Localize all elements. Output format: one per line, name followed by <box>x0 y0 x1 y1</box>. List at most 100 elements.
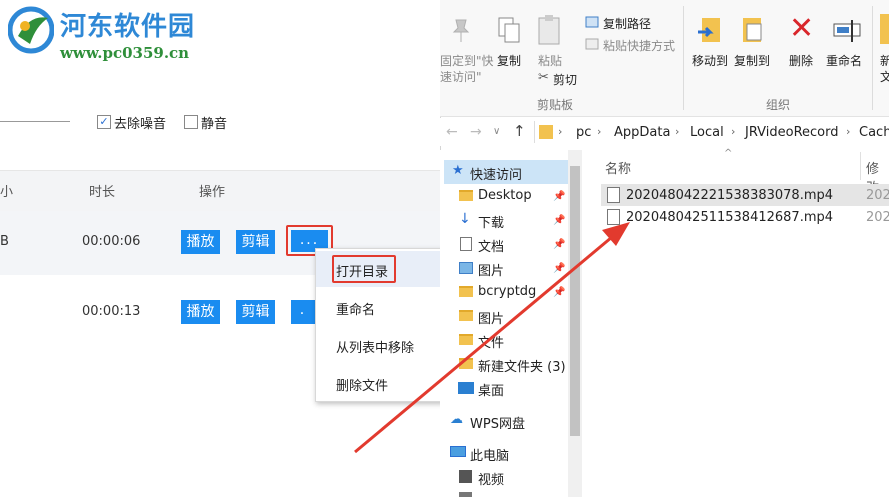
folder-icon <box>459 310 473 321</box>
cut-button[interactable]: 剪切 <box>553 71 577 88</box>
denoise-label: 去除噪音 <box>114 117 167 132</box>
nav-item-downloads[interactable]: 下载 <box>478 212 504 231</box>
row2-play-button[interactable]: 播放 <box>181 300 220 324</box>
pin-icon <box>452 19 470 42</box>
document-icon <box>460 237 472 251</box>
breadcrumb-jrvideorecord[interactable]: JRVideoRecord <box>745 125 839 140</box>
paste-icon <box>538 15 560 45</box>
copy-path-button[interactable]: 复制路径 <box>603 15 651 32</box>
column-header-name[interactable]: 名称 <box>605 158 631 177</box>
folder-icon <box>459 286 473 297</box>
file-icon <box>607 187 620 203</box>
volume-slider-track[interactable] <box>0 121 70 122</box>
delete-button[interactable]: 删除 <box>789 52 813 69</box>
move-to-button[interactable]: 移动到 <box>692 52 728 69</box>
folder-icon <box>459 358 473 369</box>
nav-videos[interactable]: 视频 <box>478 469 504 488</box>
new-folder-label-2[interactable]: 文 <box>880 68 889 85</box>
breadcrumb-local[interactable]: Local <box>690 125 724 140</box>
this-pc-icon <box>450 446 466 457</box>
pin-icon: 📌 <box>553 263 566 274</box>
row2-more-button[interactable]: . <box>291 300 315 324</box>
chevron-right-icon: › <box>846 125 851 138</box>
breadcrumb-pc[interactable]: pc <box>576 125 591 140</box>
chevron-right-icon: › <box>597 125 602 138</box>
new-folder-label-1[interactable]: 新 <box>880 52 889 69</box>
ribbon-separator <box>683 6 684 110</box>
chevron-right-icon: › <box>675 125 680 138</box>
nav-wps-cloud[interactable]: WPS网盘 <box>470 413 525 432</box>
desktop-icon <box>458 382 474 394</box>
scissors-icon: ✂ <box>538 70 549 85</box>
nav-this-pc[interactable]: 此电脑 <box>470 445 509 464</box>
nav-item-pictures[interactable]: 图片 <box>478 260 504 279</box>
nav-quick-access[interactable]: 快速访问 <box>470 164 522 183</box>
forward-icon[interactable]: → <box>470 124 482 140</box>
pin-icon: 📌 <box>553 191 566 202</box>
recent-chevron-icon[interactable]: ∨ <box>493 126 500 137</box>
paste-button[interactable]: 粘贴 <box>538 52 562 69</box>
copy-to-button[interactable]: 复制到 <box>734 52 770 69</box>
chevron-right-icon: › <box>558 125 563 138</box>
file-name[interactable]: 20204804222153838​3078.mp4 <box>626 188 833 203</box>
menu-item-rename[interactable]: 重命名 <box>336 299 375 318</box>
ribbon-separator <box>872 6 873 110</box>
mute-checkbox[interactable] <box>184 115 198 129</box>
nav-item-documents[interactable]: 文档 <box>478 236 504 255</box>
mute-label: 静音 <box>201 117 228 132</box>
paste-shortcut-button[interactable]: 粘贴快捷方式 <box>603 37 675 54</box>
row2-duration: 00:00:13 <box>82 304 141 319</box>
organize-group-label: 组织 <box>766 98 791 112</box>
delete-icon: ✕ <box>789 11 815 46</box>
cloud-icon: ☁ <box>450 412 463 427</box>
star-icon: ★ <box>452 163 464 178</box>
clipboard-group-label: 剪贴板 <box>537 98 574 112</box>
nav-item-desktop-cn[interactable]: 桌面 <box>478 380 504 399</box>
pictures-icon <box>459 262 473 274</box>
nav-item-desktop[interactable]: Desktop <box>478 188 532 203</box>
sort-indicator-icon: ^ <box>724 148 733 159</box>
folder-icon <box>459 190 473 201</box>
watermark-title: 河东软件园 <box>60 12 196 42</box>
pin-quick-access-label-2[interactable]: 速访问" <box>440 68 482 85</box>
watermark-url: www.pc0359.cn <box>60 44 190 62</box>
folder-icon <box>539 125 553 139</box>
chevron-right-icon: › <box>731 125 736 138</box>
copy-button[interactable]: 复制 <box>497 52 521 69</box>
download-icon: ↓ <box>459 211 471 227</box>
file-date: 2020 <box>866 210 889 225</box>
row1-play-button[interactable]: 播放 <box>181 230 220 254</box>
move-to-icon <box>698 18 720 42</box>
column-size: 小 <box>0 185 14 200</box>
column-divider[interactable] <box>860 152 861 180</box>
copy-to-icon <box>743 18 762 42</box>
pin-quick-access-label-1[interactable]: 固定到"快 <box>440 52 494 69</box>
file-icon <box>607 209 620 225</box>
nav-item-bcryptdg[interactable]: bcryptdg <box>478 284 536 299</box>
nav-item-pictures-folder[interactable]: 图片 <box>478 308 504 327</box>
open-folder-highlight <box>332 255 396 283</box>
back-icon[interactable]: ← <box>446 124 458 140</box>
nav-scrollbar-thumb[interactable] <box>570 166 580 436</box>
videos-icon <box>459 470 472 483</box>
menu-item-delete-file[interactable]: 删除文件 <box>336 375 388 394</box>
file-name[interactable]: 20204804251153841​2687.mp4 <box>626 210 833 225</box>
breadcrumb-cache[interactable]: Cache <box>859 125 889 140</box>
nav-item-files[interactable]: 文件 <box>478 332 504 351</box>
watermark-logo-icon <box>8 6 54 54</box>
file-date: 2020 <box>866 188 889 203</box>
menu-item-remove-from-list[interactable]: 从列表中移除 <box>336 337 414 356</box>
row1-edit-button[interactable]: 剪辑 <box>236 230 275 254</box>
up-icon[interactable]: ↑ <box>513 122 526 140</box>
nav-item-new-folder-3[interactable]: 新建文件夹 (3) <box>478 356 566 375</box>
pin-icon: 📌 <box>553 215 566 226</box>
pin-icon: 📌 <box>553 239 566 250</box>
row1-size: B <box>0 234 9 249</box>
pin-icon: 📌 <box>553 287 566 298</box>
denoise-checkbox[interactable]: ✓ <box>97 115 111 129</box>
copy-path-icon <box>585 16 599 28</box>
rename-icon <box>833 20 861 42</box>
breadcrumb-appdata[interactable]: AppData <box>614 125 670 140</box>
row2-edit-button[interactable]: 剪辑 <box>236 300 275 324</box>
rename-button[interactable]: 重命名 <box>826 52 862 69</box>
